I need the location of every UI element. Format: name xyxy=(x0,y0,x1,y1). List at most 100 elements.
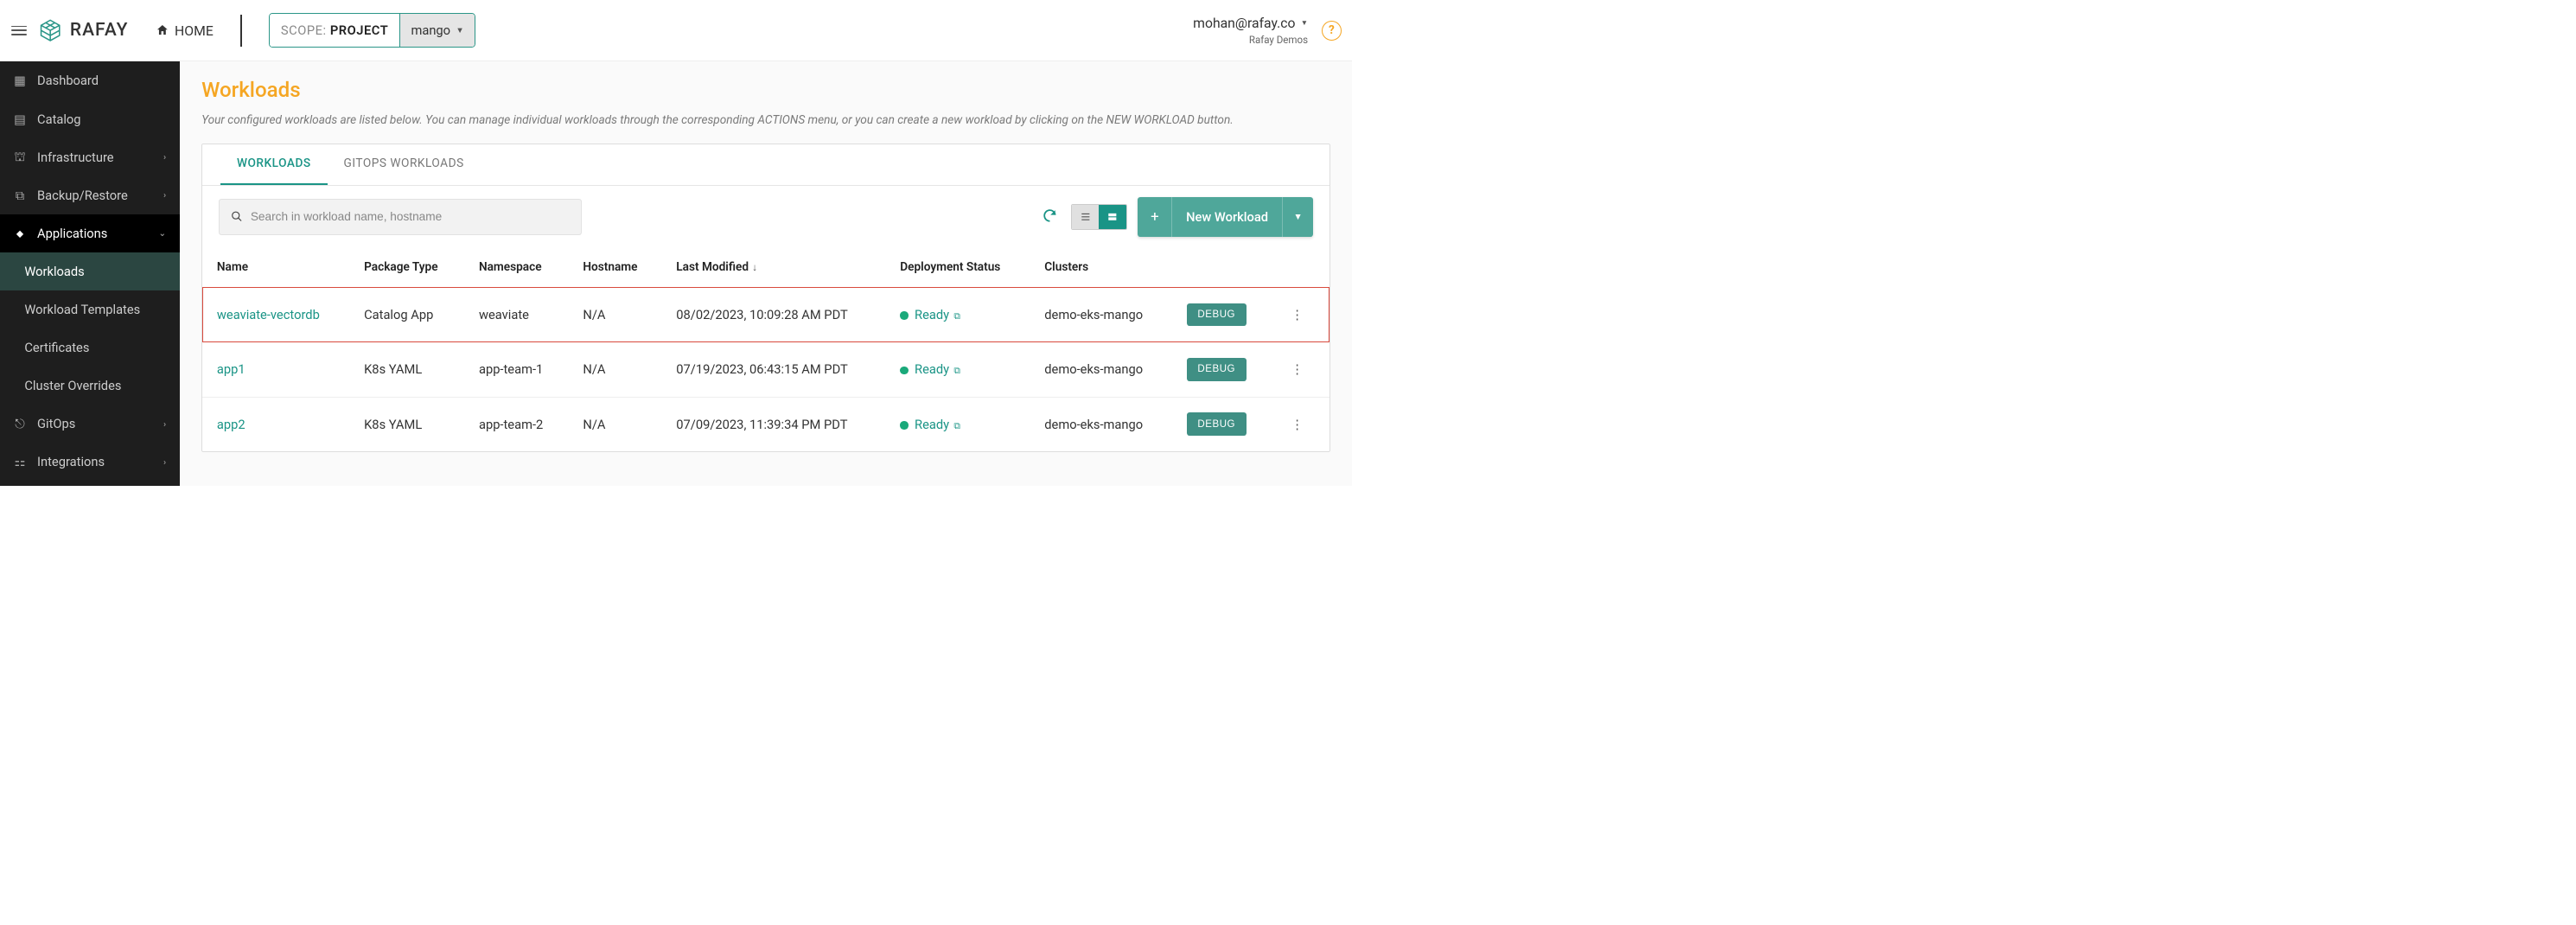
cell-package: Catalog App xyxy=(349,287,464,341)
home-link[interactable]: HOME xyxy=(156,22,214,39)
page-description: Your configured workloads are listed bel… xyxy=(201,113,1330,127)
user-email: mohan@rafay.co xyxy=(1193,15,1295,31)
backup-icon: ⧉ xyxy=(14,188,27,201)
cell-namespace: app-team-1 xyxy=(464,342,568,397)
brand-logo[interactable]: RAFAY xyxy=(38,18,128,42)
new-workload-button[interactable]: + New Workload ▼ xyxy=(1138,197,1313,237)
cell-clusters: demo-eks-mango xyxy=(1030,397,1172,451)
grid-view-button[interactable] xyxy=(1099,205,1125,228)
col-namespace[interactable]: Namespace xyxy=(464,248,568,288)
tab-gitops-workloads[interactable]: GITOPS WORKLOADS xyxy=(328,144,481,185)
col-name[interactable]: Name xyxy=(202,248,349,288)
sidebar-item-label: Catalog xyxy=(37,112,81,127)
workloads-card: WORKLOADS GITOPS WORKLOADS xyxy=(201,144,1330,452)
chevron-down-icon: ▼ xyxy=(1282,197,1314,237)
sidebar-item-workloads[interactable]: Workloads xyxy=(0,252,180,290)
brand-name: RAFAY xyxy=(70,20,129,41)
topbar: RAFAY HOME SCOPE: PROJECT mango ▼ mohan@… xyxy=(0,0,1352,61)
view-toggle xyxy=(1071,204,1127,229)
sort-down-icon: ↓ xyxy=(752,261,757,273)
chevron-down-icon: ▼ xyxy=(456,26,463,35)
chevron-right-icon: › xyxy=(163,418,166,430)
project-dropdown[interactable]: mango ▼ xyxy=(399,14,475,47)
grid-icon xyxy=(1106,211,1119,223)
divider xyxy=(240,15,242,47)
row-actions-menu[interactable]: ⋮ xyxy=(1285,413,1309,436)
user-email-dropdown[interactable]: mohan@rafay.co ▼ xyxy=(1193,15,1308,31)
sidebar-item-gitops[interactable]: ⎋ GitOps › xyxy=(0,405,180,443)
workload-name-link[interactable]: app2 xyxy=(217,417,245,432)
search-input[interactable] xyxy=(251,210,571,223)
cell-status: Ready ⧉ xyxy=(885,397,1030,451)
sidebar-item-workload-templates[interactable]: Workload Templates xyxy=(0,290,180,329)
status-link[interactable]: Ready xyxy=(915,417,949,432)
list-view-button[interactable] xyxy=(1072,205,1099,228)
external-link-icon[interactable]: ⧉ xyxy=(953,420,960,431)
main-content: Workloads Your configured workloads are … xyxy=(180,61,1353,485)
cell-status: Ready ⧉ xyxy=(885,342,1030,397)
home-icon xyxy=(156,23,169,37)
user-org: Rafay Demos xyxy=(1249,34,1308,46)
gitops-icon: ⎋ xyxy=(14,418,27,431)
page-title: Workloads xyxy=(201,78,1330,102)
project-name: mango xyxy=(411,22,450,38)
table-row: app1K8s YAMLapp-team-1N/A07/19/2023, 06:… xyxy=(202,342,1329,397)
cell-package: K8s YAML xyxy=(349,342,464,397)
sidebar: ▦ Dashboard ▤ Catalog ⛫ Infrastructure ›… xyxy=(0,61,180,485)
col-deployment-status[interactable]: Deployment Status xyxy=(885,248,1030,288)
workload-name-link[interactable]: weaviate-vectordb xyxy=(217,307,320,322)
status-link[interactable]: Ready xyxy=(915,361,949,377)
plus-icon: + xyxy=(1138,197,1172,237)
sidebar-item-label: Dashboard xyxy=(37,73,99,88)
sidebar-item-applications[interactable]: 🞙 Applications ⌄ xyxy=(0,214,180,252)
debug-button[interactable]: DEBUG xyxy=(1187,358,1247,381)
chevron-down-icon: ▼ xyxy=(1301,18,1308,28)
status-link[interactable]: Ready xyxy=(915,307,949,322)
search-box xyxy=(219,199,582,235)
search-icon xyxy=(231,210,243,223)
cell-modified: 08/02/2023, 10:09:28 AM PDT xyxy=(661,287,885,341)
scope-display: SCOPE: PROJECT xyxy=(270,14,399,47)
sidebar-item-integrations[interactable]: ⚏ Integrations › xyxy=(0,443,180,481)
cell-namespace: app-team-2 xyxy=(464,397,568,451)
debug-button[interactable]: DEBUG xyxy=(1187,303,1247,327)
cell-namespace: weaviate xyxy=(464,287,568,341)
infrastructure-icon: ⛫ xyxy=(14,150,27,163)
debug-button[interactable]: DEBUG xyxy=(1187,412,1247,436)
menu-toggle[interactable] xyxy=(11,22,28,39)
help-button[interactable]: ? xyxy=(1322,21,1342,41)
workloads-table: Name Package Type Namespace Hostname Las… xyxy=(202,248,1329,452)
col-clusters[interactable]: Clusters xyxy=(1030,248,1172,288)
sidebar-item-backup-restore[interactable]: ⧉ Backup/Restore › xyxy=(0,176,180,214)
sidebar-item-cluster-overrides[interactable]: Cluster Overrides xyxy=(0,367,180,405)
sidebar-item-dashboard[interactable]: ▦ Dashboard xyxy=(0,61,180,99)
applications-icon: 🞙 xyxy=(14,226,27,239)
external-link-icon[interactable]: ⧉ xyxy=(953,310,960,322)
cell-modified: 07/19/2023, 06:43:15 AM PDT xyxy=(661,342,885,397)
row-actions-menu[interactable]: ⋮ xyxy=(1285,358,1309,380)
sidebar-item-label: Cluster Overrides xyxy=(24,378,121,393)
sidebar-item-label: Applications xyxy=(37,226,107,241)
sidebar-item-label: Integrations xyxy=(37,454,105,469)
chevron-right-icon: › xyxy=(163,151,166,163)
refresh-button[interactable] xyxy=(1042,207,1060,226)
tabs: WORKLOADS GITOPS WORKLOADS xyxy=(202,144,1329,186)
sidebar-item-label: Infrastructure xyxy=(37,150,114,165)
cell-package: K8s YAML xyxy=(349,397,464,451)
user-menu: mohan@rafay.co ▼ Rafay Demos xyxy=(1193,15,1308,46)
sidebar-item-infrastructure[interactable]: ⛫ Infrastructure › xyxy=(0,138,180,176)
col-package-type[interactable]: Package Type xyxy=(349,248,464,288)
col-hostname[interactable]: Hostname xyxy=(569,248,662,288)
external-link-icon[interactable]: ⧉ xyxy=(953,365,960,376)
sidebar-item-label: Certificates xyxy=(24,340,89,355)
col-label: Last Modified xyxy=(676,260,749,274)
row-actions-menu[interactable]: ⋮ xyxy=(1285,303,1309,326)
sidebar-item-certificates[interactable]: Certificates xyxy=(0,329,180,367)
tab-workloads[interactable]: WORKLOADS xyxy=(220,144,328,185)
col-last-modified[interactable]: Last Modified↓ xyxy=(661,248,885,288)
chevron-right-icon: › xyxy=(163,189,166,201)
sidebar-item-catalog[interactable]: ▤ Catalog xyxy=(0,99,180,137)
sidebar-item-label: GitOps xyxy=(37,416,75,431)
workload-name-link[interactable]: app1 xyxy=(217,361,245,377)
refresh-icon xyxy=(1042,207,1058,224)
